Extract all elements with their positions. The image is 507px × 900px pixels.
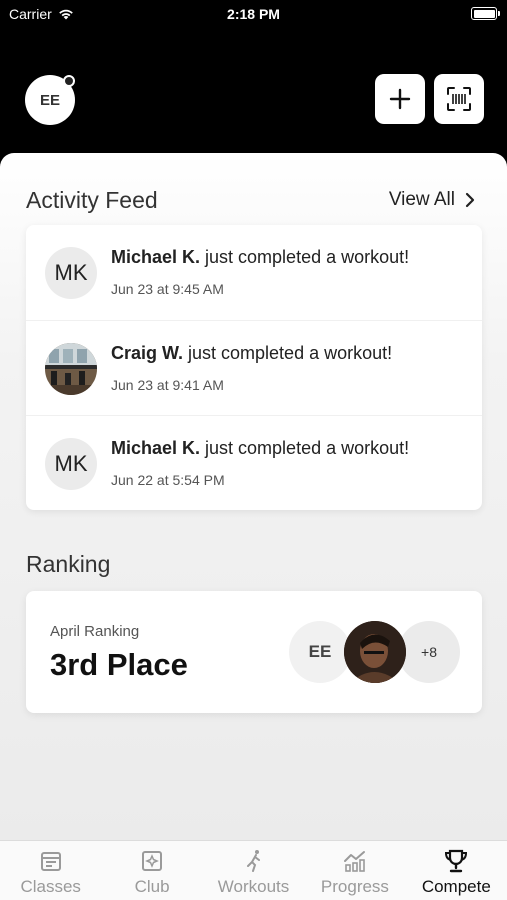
feed-user-name: Craig W. — [111, 343, 184, 363]
tab-club[interactable]: Club — [101, 841, 202, 900]
ranking-title: Ranking — [26, 551, 111, 577]
profile-initials: EE — [39, 91, 60, 109]
feed-timestamp: Jun 23 at 9:45 AM — [111, 281, 224, 297]
activity-feed-title: Activity Feed — [26, 187, 158, 213]
tab-label: Classes — [20, 877, 81, 896]
user-avatar: MK — [45, 247, 97, 299]
feed-item-text: Michael K. just completed a workout! — [111, 247, 409, 268]
progress-icon — [343, 851, 365, 872]
tab-bar: Classes Club Workouts Progress Compete — [0, 840, 507, 900]
more-participants-badge: +8 — [398, 621, 460, 683]
clock: 2:18 PM — [227, 6, 280, 22]
battery-fill — [473, 9, 495, 18]
feed-item[interactable]: MK Michael K. just completed a workout! … — [26, 415, 482, 510]
club-icon — [142, 851, 163, 871]
feed-action: just completed a workout! — [200, 247, 410, 267]
barcode-scan-icon — [447, 87, 471, 111]
feed-timestamp: Jun 22 at 5:54 PM — [111, 472, 225, 488]
feed-user-name: Michael K. — [111, 438, 201, 458]
ranking-label: April Ranking — [50, 623, 140, 640]
chevron-right-icon — [465, 192, 475, 208]
tab-label: Workouts — [217, 877, 290, 896]
ranking-photo-avatar — [344, 621, 406, 683]
person-photo-image — [344, 621, 406, 683]
tab-progress[interactable]: Progress — [304, 841, 405, 900]
ranking-card[interactable]: April Ranking 3rd Place EE +8 — [26, 591, 482, 713]
tab-workouts[interactable]: Workouts — [203, 841, 304, 900]
tab-label: Club — [134, 877, 170, 896]
feed-user-name: Michael K. — [111, 247, 201, 267]
battery-icon — [471, 7, 500, 20]
tab-label: Progress — [320, 877, 389, 896]
scan-barcode-button[interactable] — [434, 74, 484, 124]
feed-action: just completed a workout! — [183, 343, 393, 363]
feed-item-text: Craig W. just completed a workout! — [111, 343, 392, 364]
trophy-icon — [445, 849, 468, 873]
view-all-link[interactable]: View All — [389, 189, 475, 211]
workouts-icon — [246, 850, 260, 872]
profile-avatar[interactable]: EE — [25, 75, 75, 125]
notification-dot — [63, 75, 75, 87]
feed-action: just completed a workout! — [200, 438, 410, 458]
tab-compete[interactable]: Compete — [406, 841, 507, 900]
user-avatar: MK — [45, 438, 97, 490]
feed-item-text: Michael K. just completed a workout! — [111, 438, 409, 459]
plus-icon — [389, 88, 411, 110]
header: EE — [0, 30, 507, 155]
feed-item[interactable]: Craig W. just completed a workout! Jun 2… — [26, 320, 482, 415]
activity-feed-card: MK Michael K. just completed a workout! … — [26, 225, 482, 510]
gym-photo-image — [45, 343, 97, 395]
classes-icon — [40, 852, 61, 871]
ranking-avatar-me: EE — [289, 621, 351, 683]
status-bar: Carrier 2:18 PM — [0, 0, 507, 30]
ranking-value: 3rd Place — [50, 647, 188, 682]
feed-timestamp: Jun 23 at 9:41 AM — [111, 377, 224, 393]
view-all-label: View All — [388, 189, 455, 210]
tab-classes[interactable]: Classes — [0, 841, 101, 900]
feed-item[interactable]: MK Michael K. just completed a workout! … — [26, 225, 482, 320]
add-button[interactable] — [375, 74, 425, 124]
user-photo-avatar — [45, 343, 97, 395]
tab-label: Compete — [421, 877, 491, 896]
main-panel: Activity Feed View All MK Michael K. jus… — [0, 153, 507, 841]
